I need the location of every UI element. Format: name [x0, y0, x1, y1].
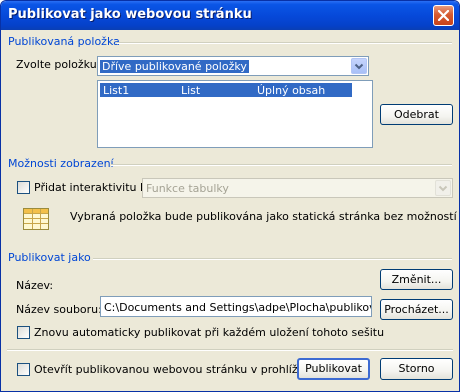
title-bar[interactable]: Publikovat jako webovou stránku [1, 1, 459, 30]
window-title: Publikovat jako webovou stránku [8, 7, 252, 22]
interactivity-label[interactable]: Přidat interaktivitu k: [34, 181, 150, 194]
section-divider [111, 164, 452, 166]
cancel-button[interactable]: Storno [380, 358, 453, 380]
interactivity-select[interactable]: Funkce tabulky [142, 178, 453, 198]
close-button[interactable] [433, 5, 454, 26]
section-divider [117, 42, 452, 44]
section-title-publish-as: Publikovat jako [8, 251, 91, 264]
remove-button-label: Odebrat [394, 108, 439, 121]
section-title-published-item: Publikovaná položka [8, 35, 120, 48]
footer-divider [7, 349, 453, 351]
list-item-type: List [181, 84, 201, 97]
page-name-label: Název: [16, 279, 54, 292]
item-select-value: Dříve publikované položky [100, 60, 249, 73]
item-select-dropdown-button[interactable] [351, 58, 367, 74]
chevron-down-icon [354, 63, 364, 70]
browse-button-label: Procházet... [384, 303, 449, 316]
section-title-view-options: Možnosti zobrazení [8, 157, 114, 170]
table-icon [23, 208, 49, 230]
static-page-info-text: Vybraná položka bude publikována jako st… [70, 210, 459, 223]
remove-button[interactable]: Odebrat [380, 104, 453, 125]
change-title-button[interactable]: Změnit... [380, 269, 453, 290]
change-title-button-label: Změnit... [391, 273, 442, 286]
open-in-browser-checkbox[interactable] [17, 363, 30, 376]
interactivity-select-value: Funkce tabulky [146, 182, 229, 195]
open-in-browser-label[interactable]: Otevřít publikovanou webovou stránku v p… [34, 363, 314, 376]
browse-button[interactable]: Procházet... [380, 299, 453, 320]
interactivity-select-dropdown-button[interactable] [435, 180, 451, 196]
filename-input[interactable]: C:\Documents and Settings\adpe\Plocha\pu… [100, 296, 372, 317]
interactivity-checkbox[interactable] [17, 181, 30, 194]
close-icon [438, 10, 449, 21]
autopublish-label[interactable]: Znovu automaticky publikovat při každém … [34, 326, 384, 339]
publish-dialog: Publikovat jako webovou stránku Publikov… [0, 0, 460, 392]
filename-label: Název souboru: [16, 303, 102, 316]
filename-input-value: C:\Documents and Settings\adpe\Plocha\pu… [104, 301, 371, 314]
publish-button[interactable]: Publikovat [297, 358, 370, 380]
item-select[interactable]: Dříve publikované položky [97, 56, 369, 76]
list-item-content: Úplný obsah [257, 84, 326, 97]
cancel-button-label: Storno [398, 362, 435, 375]
select-item-label: Zvolte položku: [16, 58, 101, 71]
publish-button-label: Publikovat [305, 362, 362, 375]
list-item[interactable]: List1 List Úplný obsah [100, 83, 352, 97]
section-divider [93, 258, 452, 260]
autopublish-checkbox[interactable] [17, 326, 30, 339]
chevron-down-icon [438, 185, 448, 192]
published-items-list[interactable]: List1 List Úplný obsah [97, 80, 373, 148]
list-item-name: List1 [103, 84, 130, 97]
